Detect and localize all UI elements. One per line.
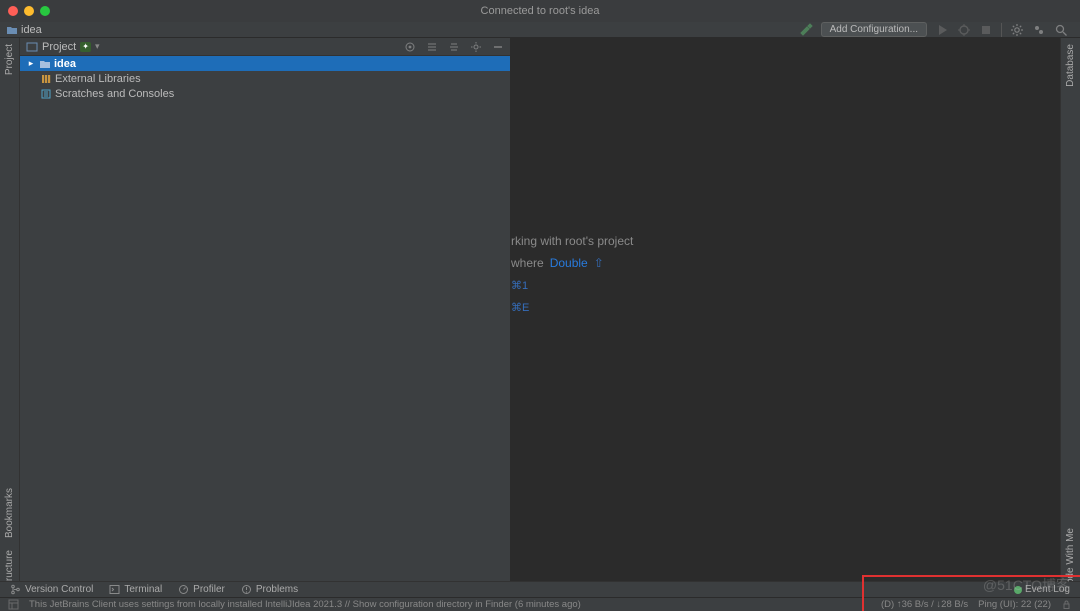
stop-icon[interactable]	[979, 23, 993, 37]
tree-node-label: External Libraries	[55, 73, 141, 85]
select-opened-file-icon[interactable]	[404, 41, 416, 53]
search-icon[interactable]	[1054, 23, 1068, 37]
hint-text: rking with root's project	[511, 234, 633, 248]
tree-node-label: Scratches and Consoles	[55, 88, 174, 100]
code-with-me-icon[interactable]	[1032, 23, 1046, 37]
tool-tab-label: Terminal	[124, 584, 162, 595]
debug-icon[interactable]	[957, 23, 971, 37]
expand-arrow-icon[interactable]: ▸	[26, 58, 36, 69]
add-configuration-button[interactable]: Add Configuration...	[821, 22, 927, 37]
editor-area: rking with root's project where Double ⇧…	[511, 38, 1060, 581]
tree-node-root[interactable]: ▸ idea	[20, 56, 510, 71]
window-controls	[0, 6, 50, 16]
navigation-bar: idea Add Configuration...	[0, 22, 1080, 38]
status-bar: This JetBrains Client uses settings from…	[0, 597, 1080, 611]
tool-tab-terminal[interactable]: Terminal	[109, 584, 162, 595]
tool-tab-label: Problems	[256, 584, 298, 595]
tool-windows-icon[interactable]	[8, 599, 19, 610]
tool-tab-label: Version Control	[25, 584, 93, 595]
window-title: Connected to root's idea	[481, 5, 600, 17]
project-tool-window: Project ✦ ▾ ▸ idea External Libraries Sc…	[20, 38, 511, 581]
terminal-icon	[109, 584, 120, 595]
shift-key-icon: ⇧	[594, 256, 604, 270]
tree-node-external-libraries[interactable]: External Libraries	[20, 71, 510, 86]
bottom-tool-strip: Version Control Terminal Profiler Proble…	[0, 581, 1080, 597]
welcome-hints: rking with root's project where Double ⇧…	[511, 230, 633, 318]
collapse-all-icon[interactable]	[448, 41, 460, 53]
hint-link-search-everywhere[interactable]: Double	[550, 256, 588, 270]
settings-gear-icon[interactable]	[1010, 23, 1024, 37]
tool-tab-label: Profiler	[193, 584, 225, 595]
hint-text: where	[511, 256, 544, 270]
separator	[1001, 23, 1002, 37]
problems-icon	[241, 584, 252, 595]
tree-node-scratches[interactable]: Scratches and Consoles	[20, 86, 510, 101]
lock-icon[interactable]	[1061, 599, 1072, 610]
tool-tab-label: Event Log	[1025, 584, 1070, 595]
project-pane-title[interactable]: Project	[42, 41, 76, 53]
minimize-window-button[interactable]	[24, 6, 34, 16]
status-message[interactable]: This JetBrains Client uses settings from…	[29, 599, 581, 610]
new-badge: ✦	[80, 42, 91, 52]
build-icon[interactable]	[799, 23, 813, 37]
tool-tab-problems[interactable]: Problems	[241, 584, 298, 595]
tool-tab-event-log[interactable]: Event Log	[1014, 584, 1070, 595]
folder-icon	[39, 58, 51, 70]
project-tree: ▸ idea External Libraries Scratches and …	[20, 56, 510, 101]
close-window-button[interactable]	[8, 6, 18, 16]
title-bar: Connected to root's idea	[0, 0, 1080, 22]
project-folder-icon	[6, 24, 18, 36]
tool-tab-bookmarks[interactable]: Bookmarks	[4, 482, 15, 544]
branch-icon	[10, 584, 21, 595]
tool-tab-database[interactable]: Database	[1065, 38, 1076, 93]
profiler-icon	[178, 584, 189, 595]
pane-settings-icon[interactable]	[470, 41, 482, 53]
tool-tab-profiler[interactable]: Profiler	[178, 584, 225, 595]
project-pane-header: Project ✦ ▾	[20, 38, 510, 56]
hide-pane-icon[interactable]	[492, 41, 504, 53]
status-ping: Ping (UI): 22 (22)	[978, 599, 1051, 610]
dropdown-arrow-icon[interactable]: ▾	[95, 41, 100, 52]
breadcrumb-project[interactable]: idea	[21, 24, 42, 36]
event-log-status-icon	[1014, 586, 1022, 594]
maximize-window-button[interactable]	[40, 6, 50, 16]
expand-all-icon[interactable]	[426, 41, 438, 53]
scratches-icon	[40, 88, 52, 100]
tool-tab-version-control[interactable]: Version Control	[10, 584, 93, 595]
run-icon[interactable]	[935, 23, 949, 37]
keyboard-shortcut: ⌘1	[511, 279, 528, 292]
left-tool-gutter: Project Bookmarks Structure	[0, 38, 20, 597]
keyboard-shortcut: ⌘E	[511, 301, 529, 314]
tree-node-label: idea	[54, 58, 76, 70]
right-tool-gutter: Database Code With Me	[1060, 38, 1080, 597]
status-network: (D) ↑36 B/s / ↓28 B/s	[881, 599, 968, 610]
tool-tab-project[interactable]: Project	[4, 38, 15, 81]
project-view-icon	[26, 41, 38, 53]
library-icon	[40, 73, 52, 85]
